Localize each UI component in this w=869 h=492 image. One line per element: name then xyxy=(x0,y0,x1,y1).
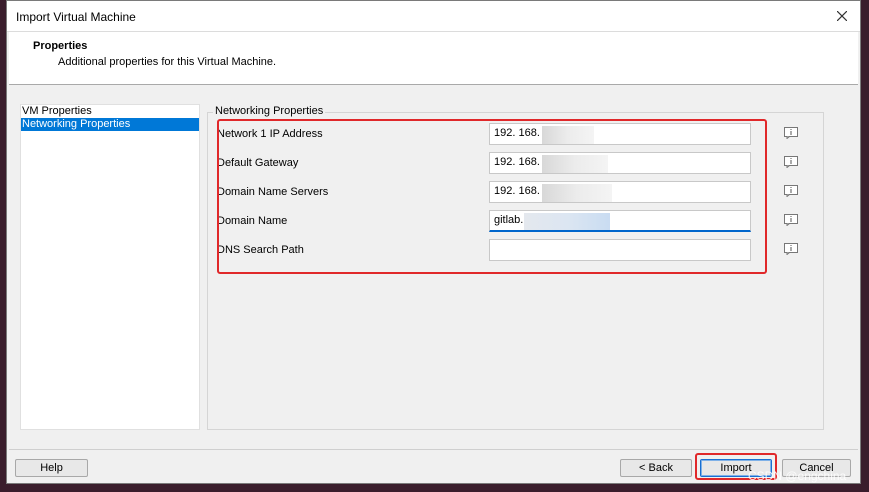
help-button[interactable]: Help xyxy=(15,459,88,477)
title-bar: Import Virtual Machine xyxy=(7,1,860,32)
info-icon[interactable] xyxy=(784,243,798,255)
nav-item-networking-properties[interactable]: Networking Properties xyxy=(21,118,199,131)
wizard-header: Properties Additional properties for thi… xyxy=(9,32,858,85)
info-icon[interactable] xyxy=(784,214,798,226)
properties-nav: VM Properties Networking Properties xyxy=(20,104,200,430)
back-button[interactable]: < Back xyxy=(620,459,692,477)
group-legend: Networking Properties xyxy=(213,105,326,117)
watermark: CSDN @engchina xyxy=(748,469,847,483)
header-subtitle: Additional properties for this Virtual M… xyxy=(58,56,277,68)
header-title: Properties xyxy=(33,40,88,52)
info-icon[interactable] xyxy=(784,127,798,139)
fields-highlight-box xyxy=(217,119,767,274)
info-icon[interactable] xyxy=(784,185,798,197)
nav-item-vm-properties[interactable]: VM Properties xyxy=(21,105,199,118)
footer-divider xyxy=(9,449,858,450)
close-button[interactable] xyxy=(824,1,860,31)
close-icon xyxy=(837,11,847,21)
info-icon[interactable] xyxy=(784,156,798,168)
window-title: Import Virtual Machine xyxy=(16,10,136,24)
